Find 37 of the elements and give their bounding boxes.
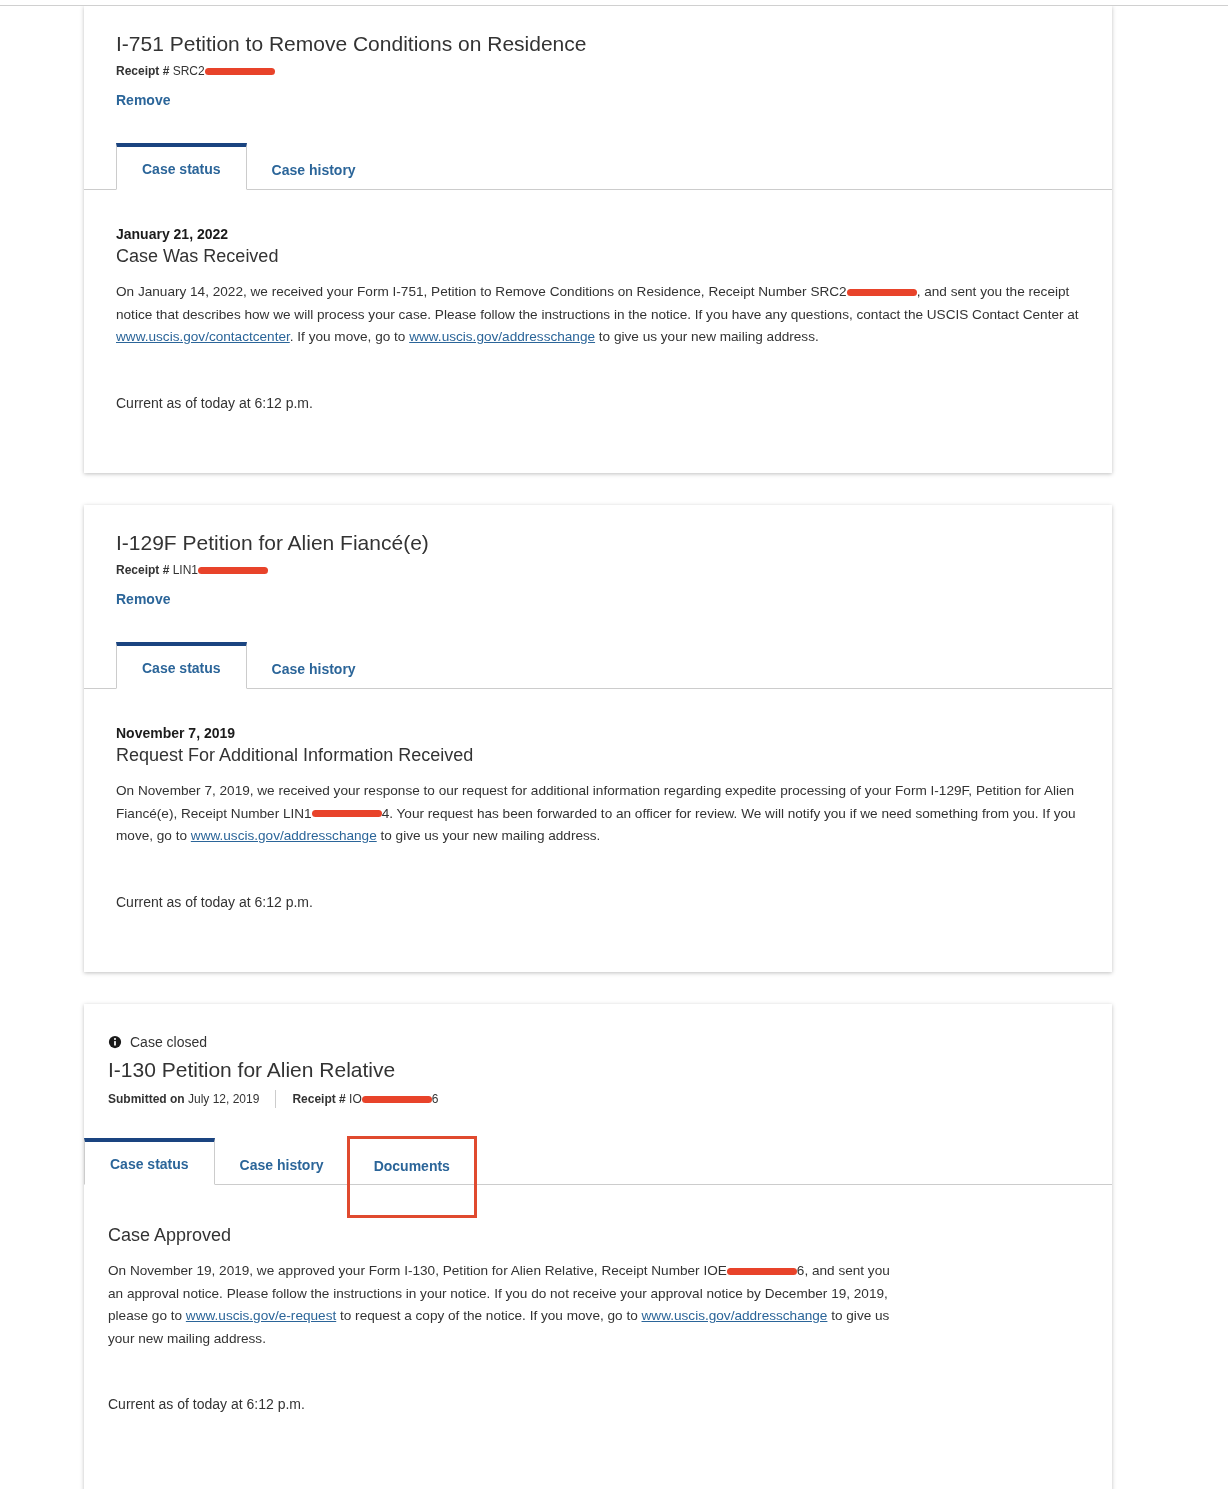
current-as-of-text: Current as of today at 6:12 p.m. [116,893,314,910]
status-description: On November 7, 2019, we received your response to our request for additional information regarding expedite processing of your Form I-129F, Petition for Alien Fiancé(e), Receipt Number LIN1 4. Your request has been forwarded to an officer for review. We will notify you if we need something from you. If you move, go to www.uscis.gov/addresschange to give us your new mailing address. [116,782,1077,845]
status-heading: Request For Additional Information Received [116,745,475,766]
tab[interactable]: Case history [246,642,381,689]
submitted-date: Submitted on July 12, 2019 [108,1092,260,1106]
case-closed-note: Case closed [130,1034,208,1050]
web-link[interactable]: www.uscis.gov/e-request [185,1308,337,1323]
tab[interactable]: Case history [214,1138,349,1185]
case-title: I-751 Petition to Remove Conditions on Residence [116,32,588,56]
remove-link[interactable]: Remove [116,591,171,607]
receipt-number: Receipt # SRC2 [116,64,275,78]
receipt-number: Receipt # IO 6 [292,1092,439,1106]
tab[interactable]: Case status [116,143,247,190]
redaction-mark [311,810,382,818]
web-link[interactable]: www.uscis.gov/addresschange [409,329,596,344]
status-heading: Case Was Received [116,246,280,267]
case-title: I-129F Petition for Alien Fiancé(e) [116,531,430,555]
info-icon [108,1035,122,1049]
web-link[interactable]: www.uscis.gov/contactcenter [116,329,290,344]
tab[interactable]: Documents [348,1138,475,1216]
web-link[interactable]: www.uscis.gov/addresschange [190,828,377,843]
receipt-number: Receipt # LIN1 [116,563,269,577]
status-date: November 7, 2019 [116,725,237,741]
redaction-mark [846,288,917,296]
tab[interactable]: Case status [116,642,247,689]
redaction-mark [726,1267,797,1275]
web-link[interactable]: www.uscis.gov/addresschange [641,1308,828,1323]
tab[interactable]: Case status [84,1138,215,1185]
status-heading: Case Approved [108,1225,233,1246]
status-date: January 21, 2022 [116,226,230,242]
status-description: On November 19, 2019, we approved your Form I-130, Petition for Alien Relative, Receipt Number IOE 6, and sent you an approval notice. Please follow the instructions in your notice. If you do not receive your approval notice by December 19, 2019, please go to www.uscis.gov/e-request to request a copy of the notice. If you move, go to www.uscis.gov/addresschange to give us your new mailing address. [108,1262,891,1348]
case-title: I-130 Petition for Alien Relative [108,1058,397,1082]
current-as-of-text: Current as of today at 6:12 p.m. [116,394,314,411]
current-as-of-text: Current as of today at 6:12 p.m. [108,1396,306,1412]
tab[interactable]: Case history [246,143,381,190]
status-description: On January 14, 2022, we received your Form I-751, Petition to Remove Conditions on Residence, Receipt Number SRC2 , and sent you the receipt notice that describes how we will process your case. Please follow the instructions in the notice. If you have any questions, contact the USCIS Contact Center at www.uscis.gov/contactcenter. If you move, go to www.uscis.gov/addresschange to give us your new mailing address. [116,283,1080,346]
remove-link[interactable]: Remove [116,92,171,108]
